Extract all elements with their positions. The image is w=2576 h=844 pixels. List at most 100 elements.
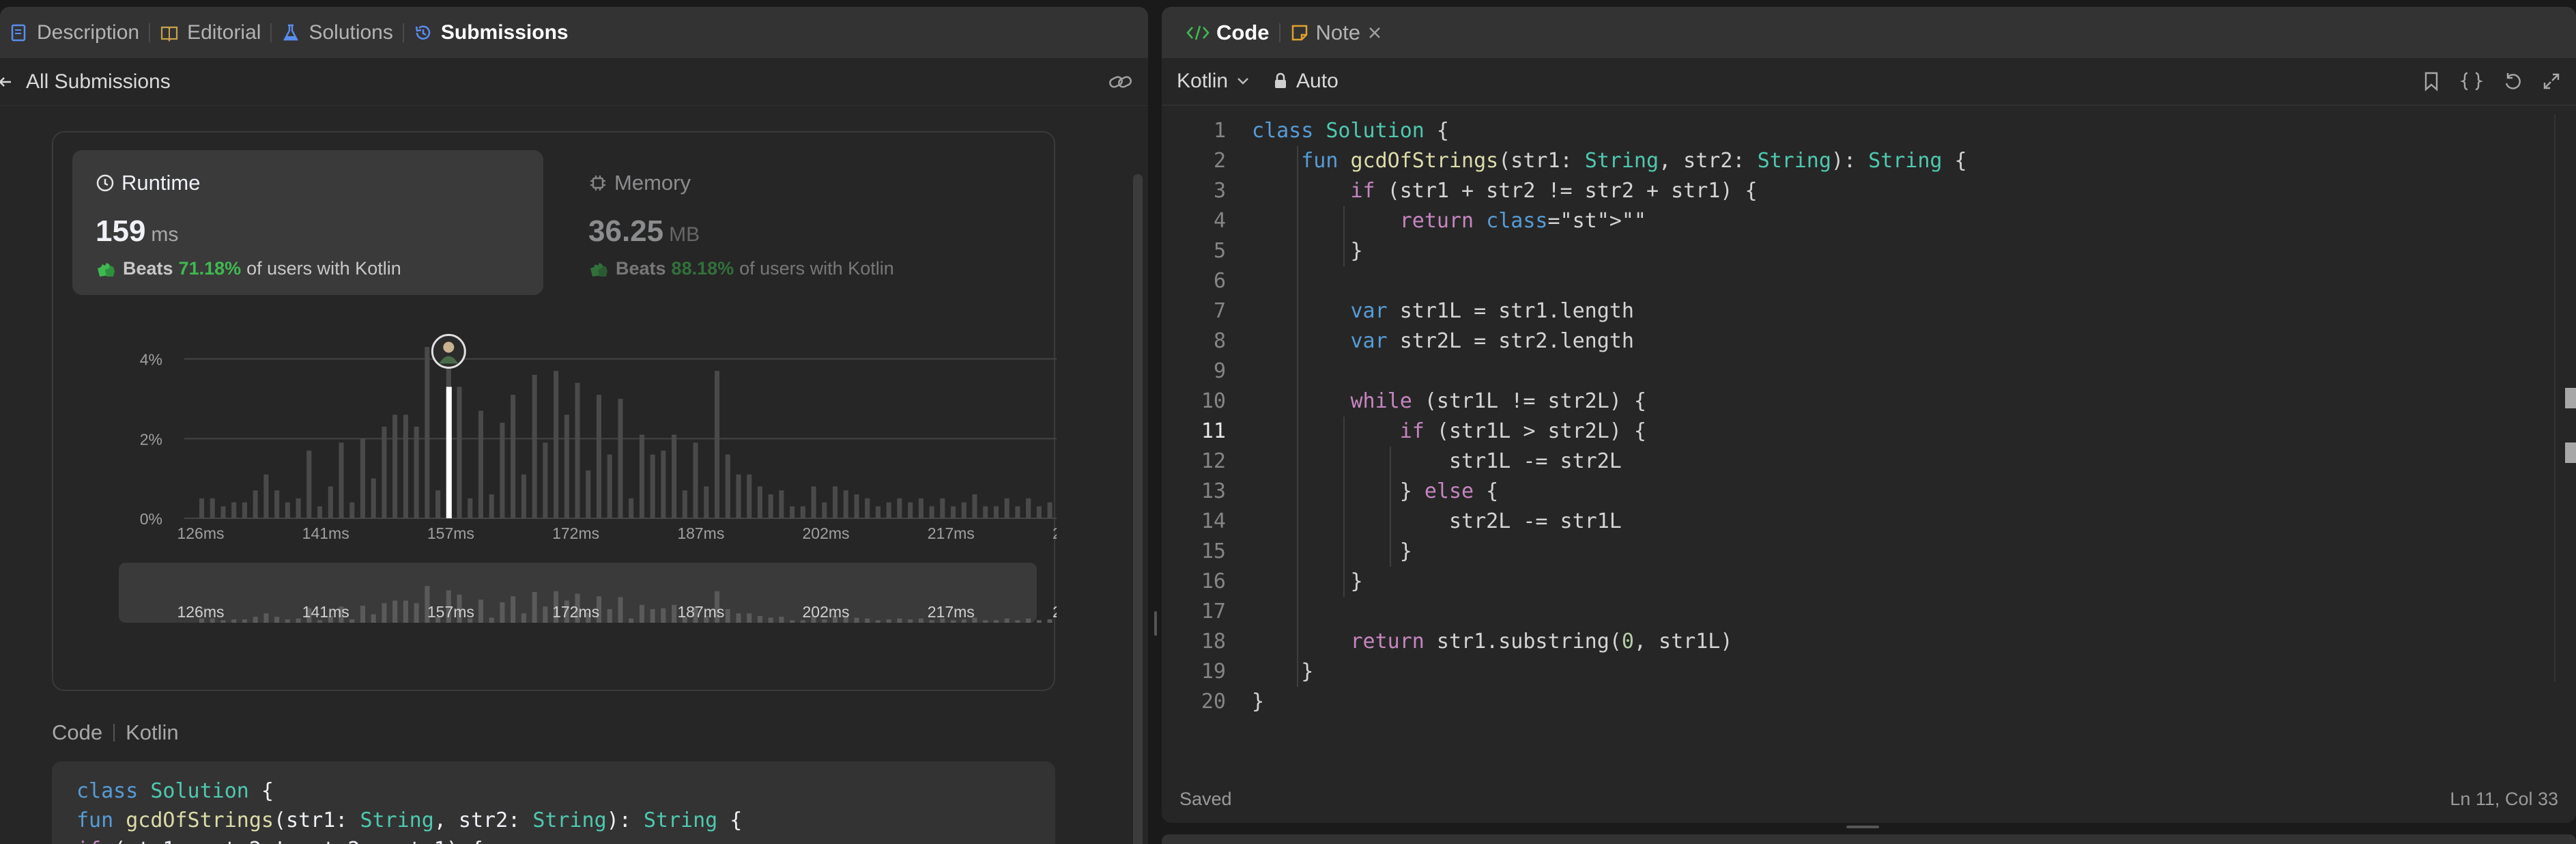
reset-icon[interactable] [2502,71,2523,92]
line-number: 17 [1201,600,1226,623]
overview-bar [1026,618,1031,623]
chart-bar [650,454,655,518]
overview-bar [918,618,924,623]
code-preview-line: class Solution { [76,779,274,803]
overview-bar [854,617,859,623]
overview-x-tick-label: 187ms [677,603,724,621]
chart-bar [457,386,462,518]
chart-bar [296,498,301,518]
code-text: while (str1L != str2L) { [1350,389,1646,413]
chart-bar [382,426,387,518]
all-submissions-link[interactable]: All Submissions [0,70,171,94]
chart-bar [672,434,677,518]
overview-x-tick-label: 157ms [427,603,474,621]
console-resize-handle[interactable] [1846,826,1879,828]
code-text: } [1252,239,1363,263]
auto-mode-toggle[interactable]: Auto [1273,70,1339,93]
overview-bar [1015,620,1020,623]
code-editor[interactable]: 1 class Solution {2 fun gcdOfStrings(str1… [1162,116,2547,731]
overview-bar [392,600,398,623]
bookmark-icon[interactable] [2422,71,2441,92]
overview-bar [865,618,870,623]
line-number: 18 [1201,630,1226,653]
code-text: } else { [1252,479,1499,503]
left-scrollbar[interactable] [1133,174,1143,844]
clapping-hands-icon [98,262,115,277]
runtime-unit: ms [151,223,179,246]
chart-bar [360,438,366,518]
book-icon [160,26,178,42]
overview-bar [875,620,881,623]
chart-bar [779,490,784,518]
chart-bar [349,502,355,518]
tab-description[interactable]: Description [0,7,149,58]
indent-guide [1297,146,1298,687]
chart-bar [618,399,623,518]
code-text: } [1252,539,1412,563]
submission-result-card: Runtime 159 ms Beats 71.18% of users with… [52,131,1057,691]
expand-icon[interactable] [2542,72,2561,91]
editor-scrollbar[interactable] [2554,115,2576,681]
chart-bar [339,442,344,518]
overview-bar [747,613,752,623]
chart-bar [586,470,591,518]
tab-submissions[interactable]: Submissions [404,7,578,58]
line-number: 20 [1201,690,1226,714]
code-preview-line: fun gcdOfStrings(str1: String, str2: Str… [76,808,743,832]
code-text: return class="st">"" [1399,209,1646,233]
chart-bar [253,490,258,518]
chart-bar [575,382,580,518]
chip-icon [590,175,605,191]
runtime-stat-card[interactable]: Runtime 159 ms Beats 71.18% of users with… [72,150,543,295]
overview-x-tick-label: 172ms [552,603,599,621]
tab-code[interactable]: Code [1177,20,1279,45]
code-header-separator [113,724,115,742]
memory-beats-suffix: of users with Kotlin [739,258,894,279]
overview-x-tick-label: 141ms [302,603,349,621]
tab-solutions[interactable]: Solutions [272,7,402,58]
memory-stat-card[interactable]: Memory 36.25 MB Beats 88.18% of users wit… [565,150,975,295]
line-number: 16 [1201,569,1226,593]
line-number: 12 [1201,449,1226,473]
overview-bar [736,613,741,623]
chart-bar [629,498,634,518]
overview-bar [231,619,237,623]
memory-value-row: 36.25 MB [588,214,951,249]
chart-bar [328,486,333,518]
tab-editorial-label: Editorial [187,20,261,44]
chart-bar [1015,506,1020,518]
code-icon [1186,25,1210,40]
tab-note[interactable]: Note [1280,20,1392,45]
memory-beats: Beats 88.18% of users with Kotlin [588,258,951,279]
overview-bar [983,620,988,623]
chart-bar [682,490,687,518]
left-tab-bar: Description Editorial Solutions Submissi… [0,7,1148,58]
code-text: fun gcdOfStrings(str1: String, str2: Str… [1301,149,1967,173]
language-select[interactable]: Kotlin [1177,70,1250,93]
indent-guide [1390,447,1391,567]
overview-x-tick-label: 202ms [803,603,850,621]
code-header-label: Code [52,720,103,744]
overview-bar [607,609,612,623]
code-text: if (str1 + str2 != str2 + str1) { [1350,179,1758,203]
chart-bar [392,414,398,518]
chart-bar [704,486,709,518]
overview-bar [500,602,505,623]
console-panel-edge [1162,834,2576,844]
close-icon[interactable] [1367,25,1382,40]
chart-bar [714,371,720,518]
format-braces-icon[interactable] [2460,71,2483,92]
chart-bar [425,347,430,518]
line-number: 9 [1213,359,1226,383]
overview-bar [672,604,677,623]
lock-icon [1275,72,1287,88]
panel-resize-handle[interactable] [1154,611,1157,636]
code-text: if (str1L > str2L) { [1399,419,1646,443]
link-icon[interactable] [1108,72,1133,92]
tab-editorial[interactable]: Editorial [150,7,270,58]
overview-bar [285,619,290,623]
overview-bar [1047,619,1053,623]
runtime-distribution-chart[interactable]: 6%4%2%0%126ms141ms157ms172ms187ms202ms21… [53,307,1057,689]
x-tick-label: 126ms [177,524,224,542]
chart-bar [371,478,376,518]
